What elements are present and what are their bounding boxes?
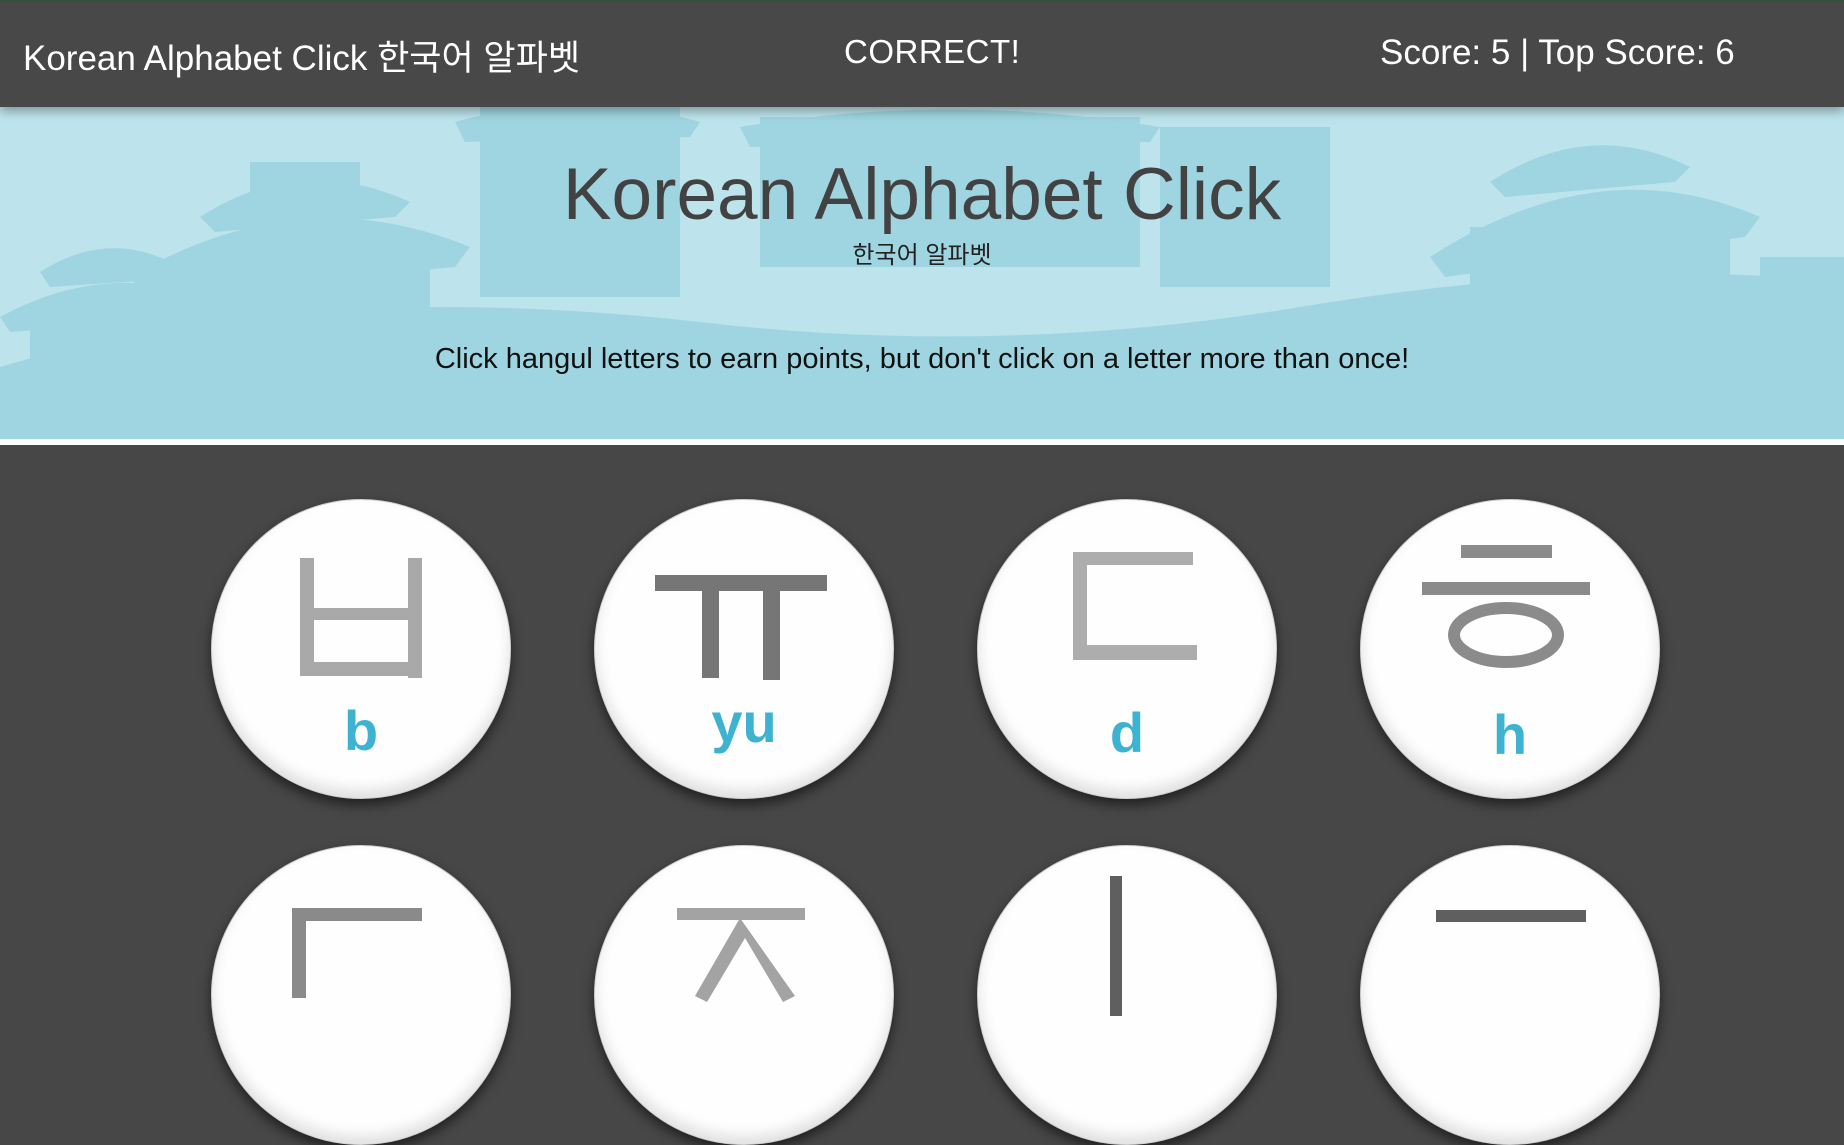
hero-banner: Korean Alphabet Click 한국어 알파벳 Click hang…: [0, 107, 1844, 439]
letter-card[interactable]: [594, 845, 894, 1145]
letter-card[interactable]: [977, 845, 1277, 1145]
hangul-letter-image: [1110, 876, 1122, 1016]
hangul-letter-image: [677, 908, 805, 1002]
letter-card[interactable]: [1360, 845, 1660, 1145]
navbar-brand[interactable]: Korean Alphabet Click 한국어 알파벳: [23, 30, 580, 81]
game-instructions: Click hangul letters to earn points, but…: [434, 343, 1410, 375]
romanization-label: h: [1492, 703, 1528, 766]
page-subtitle: 한국어 알파벳: [852, 242, 992, 269]
letter-card[interactable]: b: [211, 499, 511, 799]
page-title: Korean Alphabet Click: [562, 154, 1282, 235]
romanization-label: yu: [711, 691, 777, 754]
letter-card[interactable]: [211, 845, 511, 1145]
letter-card[interactable]: d: [977, 499, 1277, 799]
romanization-label: b: [343, 699, 379, 762]
hangul-letter-image: [1436, 910, 1586, 922]
letter-card[interactable]: yu: [594, 499, 894, 799]
letter-card-grid: b yu d h: [0, 445, 1844, 1145]
letter-card[interactable]: h: [1360, 499, 1660, 799]
romanization-label: d: [1109, 701, 1145, 764]
hangul-letter-image: [292, 908, 422, 998]
top-navbar: Korean Alphabet Click 한국어 알파벳 CORRECT! S…: [0, 0, 1844, 107]
guess-feedback: CORRECT!: [844, 33, 1021, 70]
score-display: Score: 5 | Top Score: 6: [1380, 33, 1735, 72]
